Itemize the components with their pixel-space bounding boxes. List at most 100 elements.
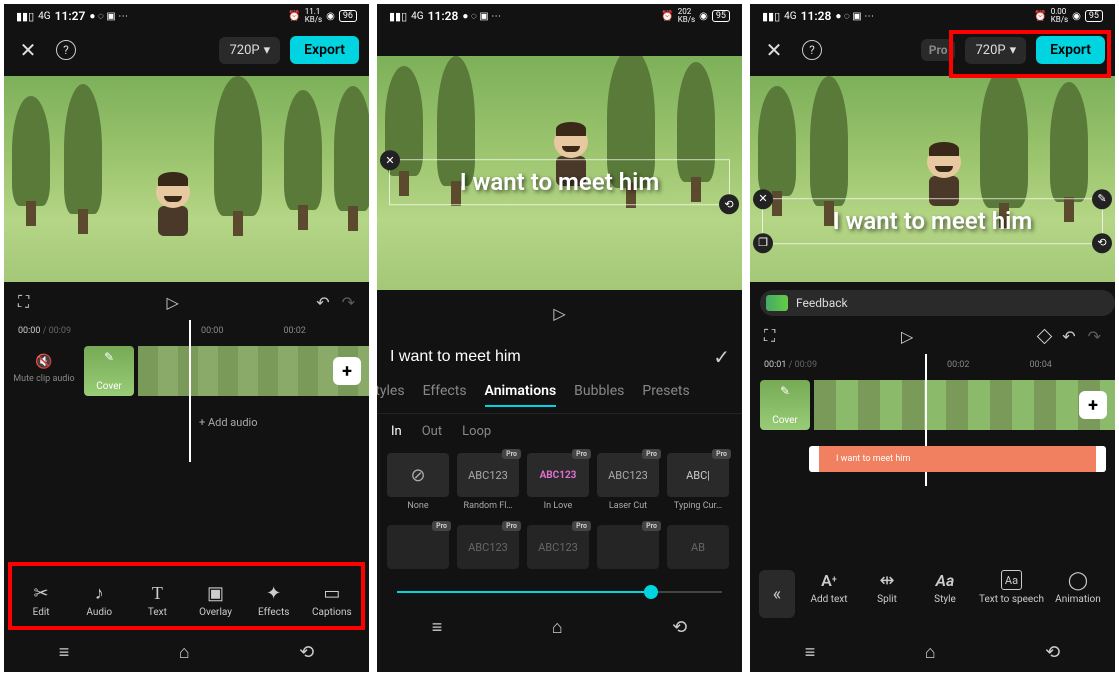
tab-bubbles[interactable]: Bubbles [574,383,624,407]
clip-handle-left[interactable] [809,446,819,472]
subtab-in[interactable]: In [391,424,402,439]
duration-slider[interactable] [377,577,742,607]
confirm-button[interactable]: ✓ [713,345,730,369]
animation-option[interactable]: ABC123ProRandom Fl… [457,453,519,511]
animation-option[interactable]: ABC|ProTyping Cur… [667,453,729,511]
text-overlay-box[interactable]: I want to meet him ✕ ✎ ❐ ⟲ [762,198,1103,244]
timeline[interactable]: 00:00 / 00:09 00:00 00:02 🔇 Mute clip au… [4,322,369,573]
resize-handle[interactable]: ⟲ [719,194,739,214]
help-button[interactable]: ? [798,36,826,64]
subtab-loop[interactable]: Loop [462,424,491,439]
cover-thumbnail[interactable]: ✎ Cover [760,380,810,430]
play-button[interactable]: ▷ [901,327,913,346]
clip-handle-right[interactable] [1096,446,1106,472]
tool-label: Text to speech [979,594,1044,605]
duration: / 00:09 [789,360,817,370]
back-icon[interactable]: ⟲ [299,642,314,663]
home-icon[interactable]: ⌂ [179,642,190,663]
text-overlay-box[interactable]: I want to meet him ✕ ⟲ [389,159,730,205]
tool-label: Text [148,607,167,618]
video-preview[interactable]: I want to meet him ✕ ⟲ [377,56,742,290]
subtab-out[interactable]: Out [422,424,442,439]
pencil-icon: ✎ [780,384,790,398]
back-button[interactable]: « [759,570,795,618]
add-clip-button[interactable]: + [333,357,361,385]
tool-add-text[interactable]: A+ Add text [805,570,853,618]
delete-handle[interactable]: ✕ [753,189,773,209]
tool-effects[interactable]: ✦ Effects [250,583,298,618]
animation-option[interactable]: ABC123Pro [457,525,519,573]
export-button[interactable]: Export [1036,36,1105,64]
captions-icon: ▭ [323,583,340,603]
android-nav-bar: ≡ ⌂ ⟲ [377,607,742,647]
fullscreen-icon[interactable]: ⛶ [764,326,775,346]
pro-badge[interactable]: Pro [921,39,956,61]
tool-animation[interactable]: ◯ Animation [1054,570,1102,618]
delete-handle[interactable]: ✕ [380,150,400,170]
home-icon[interactable]: ⌂ [925,642,936,663]
tool-audio[interactable]: ♪ Audio [75,583,123,618]
home-icon[interactable]: ⌂ [552,617,563,638]
resize-handle[interactable]: ⟲ [1092,233,1112,253]
tab-presets[interactable]: Presets [642,383,689,407]
timeline[interactable]: 00:01 / 00:09 00:02 00:04 ✎ Cover + I wa… [750,356,1115,560]
mute-clip-audio-button[interactable]: 🔇 Mute clip audio [4,346,84,384]
pro-tag: Pro [572,449,591,459]
tool-split[interactable]: ⇹ Split [863,570,911,618]
play-button[interactable]: ▷ [553,304,565,323]
animation-option[interactable]: ABC123ProLaser Cut [597,453,659,511]
resolution-dropdown[interactable]: 720P ▾ [965,37,1026,64]
redo-button[interactable]: ↷ [1088,327,1101,346]
tool-overlay[interactable]: ▣ Overlay [192,583,240,618]
slider-knob[interactable] [644,585,658,599]
animation-option[interactable]: Pro [597,525,659,573]
animation-option[interactable]: ABC123Pro [527,525,589,573]
copy-handle[interactable]: ❐ [753,233,773,253]
tab-animations[interactable]: Animations [485,383,557,407]
tab-styles[interactable]: Styles [377,383,405,407]
undo-button[interactable]: ↶ [316,293,329,312]
undo-button[interactable]: ↶ [1062,327,1075,346]
menu-icon[interactable]: ≡ [59,642,70,663]
close-button[interactable]: ✕ [14,36,42,64]
play-button[interactable]: ▷ [167,293,179,312]
menu-icon[interactable]: ≡ [805,642,816,663]
video-clip[interactable]: + [814,380,1115,430]
tool-style[interactable]: Aa Style [921,570,969,618]
animation-option[interactable]: AB [667,525,729,573]
tab-effects[interactable]: Effects [423,383,467,407]
screen-2: ▮▮▯ 4G 11:28 ● ◌ ▣ ⋯ ⏰ 202 KB/s ◉ 95 I w… [377,4,742,672]
keyframe-icon[interactable] [1037,328,1053,344]
tool-edit[interactable]: ✂ Edit [17,583,65,618]
animation-option[interactable]: ⊘None [387,453,449,511]
resolution-dropdown[interactable]: 720P ▾ [219,37,280,64]
fullscreen-icon[interactable]: ⛶ [18,292,29,312]
export-button[interactable]: Export [290,36,359,64]
wifi-icon: ◉ [326,11,335,22]
video-preview[interactable]: I want to meet him ✕ ✎ ❐ ⟲ [750,76,1115,282]
cover-thumbnail[interactable]: ✎ Cover [84,346,134,396]
video-clip[interactable]: + [138,346,369,396]
status-time: 11:28 [801,9,832,23]
back-icon[interactable]: ⟲ [672,617,687,638]
edit-handle[interactable]: ✎ [1092,189,1112,209]
animation-option[interactable]: Pro [387,525,449,573]
back-icon[interactable]: ⟲ [1045,642,1060,663]
animation-option[interactable]: ABC123ProIn Love [527,453,589,511]
playhead[interactable] [189,320,191,462]
chevron-down-icon: ▾ [264,43,271,58]
close-button[interactable]: ✕ [760,36,788,64]
help-button[interactable]: ? [52,36,80,64]
text-input[interactable] [389,348,701,366]
text-clip[interactable]: I want to meet him [810,446,1105,472]
tool-captions[interactable]: ▭ Captions [308,583,356,618]
tool-text-to-speech[interactable]: Aa Text to speech [979,570,1044,618]
video-preview[interactable] [4,76,369,282]
redo-button[interactable]: ↷ [342,293,355,312]
feedback-button[interactable]: Feedback [760,290,1115,316]
menu-icon[interactable]: ≡ [432,617,443,638]
add-audio-button[interactable]: + Add audio [189,410,369,435]
add-clip-button[interactable]: + [1079,391,1107,419]
tool-text[interactable]: T Text [133,583,181,618]
tool-label: Captions [312,607,352,618]
